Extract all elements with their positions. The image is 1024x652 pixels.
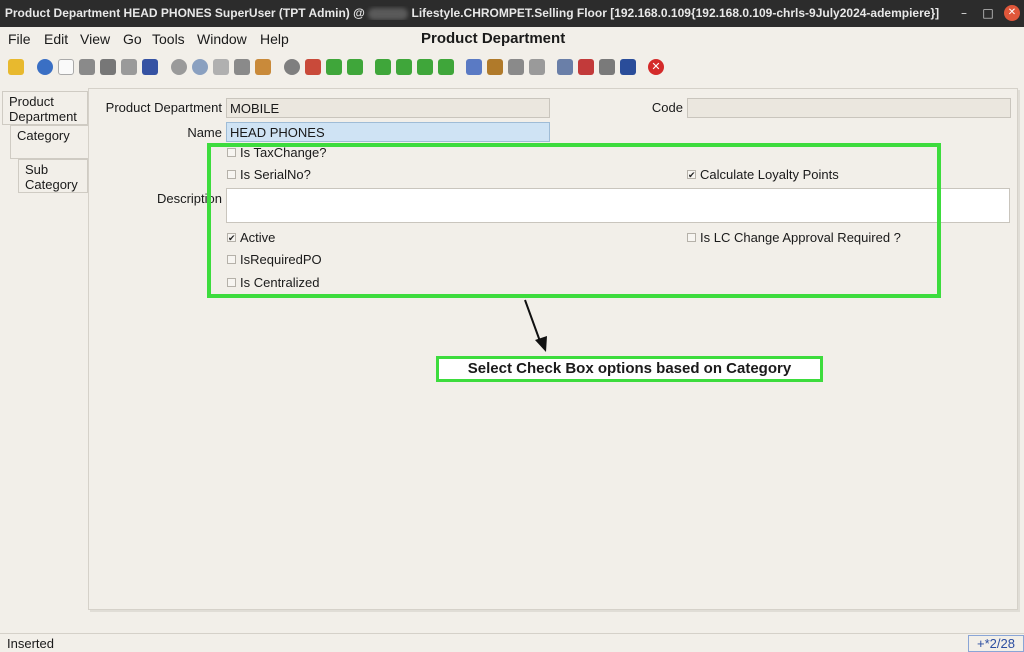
delete-icon[interactable] bbox=[100, 59, 116, 75]
report-icon[interactable] bbox=[466, 59, 482, 75]
menu-help[interactable]: Help bbox=[260, 31, 289, 47]
menu-window[interactable]: Window bbox=[197, 31, 247, 47]
forward-icon[interactable] bbox=[347, 59, 363, 75]
menu-bar: File Edit View Go Tools Window Help Prod… bbox=[0, 27, 1024, 51]
maximize-button[interactable]: □ bbox=[980, 5, 996, 21]
title-bar: Product Department HEAD PHONES SuperUser… bbox=[0, 0, 1024, 27]
help-icon[interactable] bbox=[37, 59, 53, 75]
record-navigator[interactable]: +*2/28 bbox=[968, 635, 1024, 652]
zoom-across-icon[interactable] bbox=[557, 59, 573, 75]
checkbox-highlight-box bbox=[207, 143, 941, 298]
home-icon[interactable] bbox=[305, 59, 321, 75]
chat-icon[interactable] bbox=[234, 59, 250, 75]
annotation-callout: Select Check Box options based on Catego… bbox=[436, 356, 823, 382]
end-icon[interactable]: ✕ bbox=[648, 59, 664, 75]
window-title-suffix: Lifestyle.CHROMPET.Selling Floor [192.16… bbox=[408, 6, 940, 20]
menu-file[interactable]: File bbox=[8, 31, 31, 47]
first-record-icon[interactable] bbox=[375, 59, 391, 75]
new-icon[interactable] bbox=[58, 59, 74, 75]
save-icon[interactable] bbox=[142, 59, 158, 75]
last-record-icon[interactable] bbox=[438, 59, 454, 75]
back-icon[interactable] bbox=[326, 59, 342, 75]
name-label: Name bbox=[187, 125, 222, 140]
menu-edit[interactable]: Edit bbox=[44, 31, 68, 47]
name-field[interactable]: HEAD PHONES bbox=[226, 122, 550, 142]
menu-view[interactable]: View bbox=[80, 31, 110, 47]
next-record-icon[interactable] bbox=[417, 59, 433, 75]
description-label: Description bbox=[156, 191, 222, 206]
archive-icon[interactable] bbox=[487, 59, 503, 75]
toolbar: ✕ bbox=[0, 53, 1024, 83]
copy-icon[interactable] bbox=[79, 59, 95, 75]
status-bar: Inserted +*2/28 bbox=[0, 633, 1024, 652]
menu-go[interactable]: Go bbox=[123, 31, 142, 47]
print-preview-icon[interactable] bbox=[529, 59, 545, 75]
print-icon[interactable] bbox=[508, 59, 524, 75]
find-icon[interactable] bbox=[192, 59, 208, 75]
annotation-arrow-icon bbox=[524, 299, 547, 352]
tab-sub-category[interactable]: Sub Category bbox=[18, 159, 88, 193]
history-icon[interactable] bbox=[284, 59, 300, 75]
status-text: Inserted bbox=[7, 636, 54, 651]
product-info-icon[interactable] bbox=[620, 59, 636, 75]
code-label: Code bbox=[651, 100, 683, 115]
grid-toggle-icon[interactable] bbox=[255, 59, 271, 75]
previous-record-icon[interactable] bbox=[396, 59, 412, 75]
window-title-text: Product Department HEAD PHONES SuperUser… bbox=[0, 6, 944, 20]
window-heading: Product Department bbox=[421, 30, 566, 47]
window-title-prefix: Product Department HEAD PHONES SuperUser… bbox=[4, 6, 369, 20]
requests-icon[interactable] bbox=[599, 59, 615, 75]
active-workflows-icon[interactable] bbox=[578, 59, 594, 75]
delete-selection-icon[interactable] bbox=[121, 59, 137, 75]
tab-strip: Product Department Category Sub Category bbox=[0, 88, 90, 616]
menu-tools[interactable]: Tools bbox=[152, 31, 185, 47]
close-window-button[interactable]: ✕ bbox=[1004, 5, 1020, 21]
code-field[interactable] bbox=[687, 98, 1011, 118]
refresh-icon[interactable] bbox=[171, 59, 187, 75]
tab-category[interactable]: Category bbox=[10, 125, 90, 159]
tab-product-department[interactable]: Product Department bbox=[2, 91, 88, 125]
product-department-label: Product Department bbox=[105, 100, 222, 115]
attachment-icon[interactable] bbox=[213, 59, 229, 75]
undo-icon[interactable] bbox=[8, 59, 24, 75]
product-department-field[interactable]: MOBILE bbox=[226, 98, 550, 118]
minimize-button[interactable]: – bbox=[956, 5, 972, 21]
redacted-text bbox=[368, 7, 409, 20]
